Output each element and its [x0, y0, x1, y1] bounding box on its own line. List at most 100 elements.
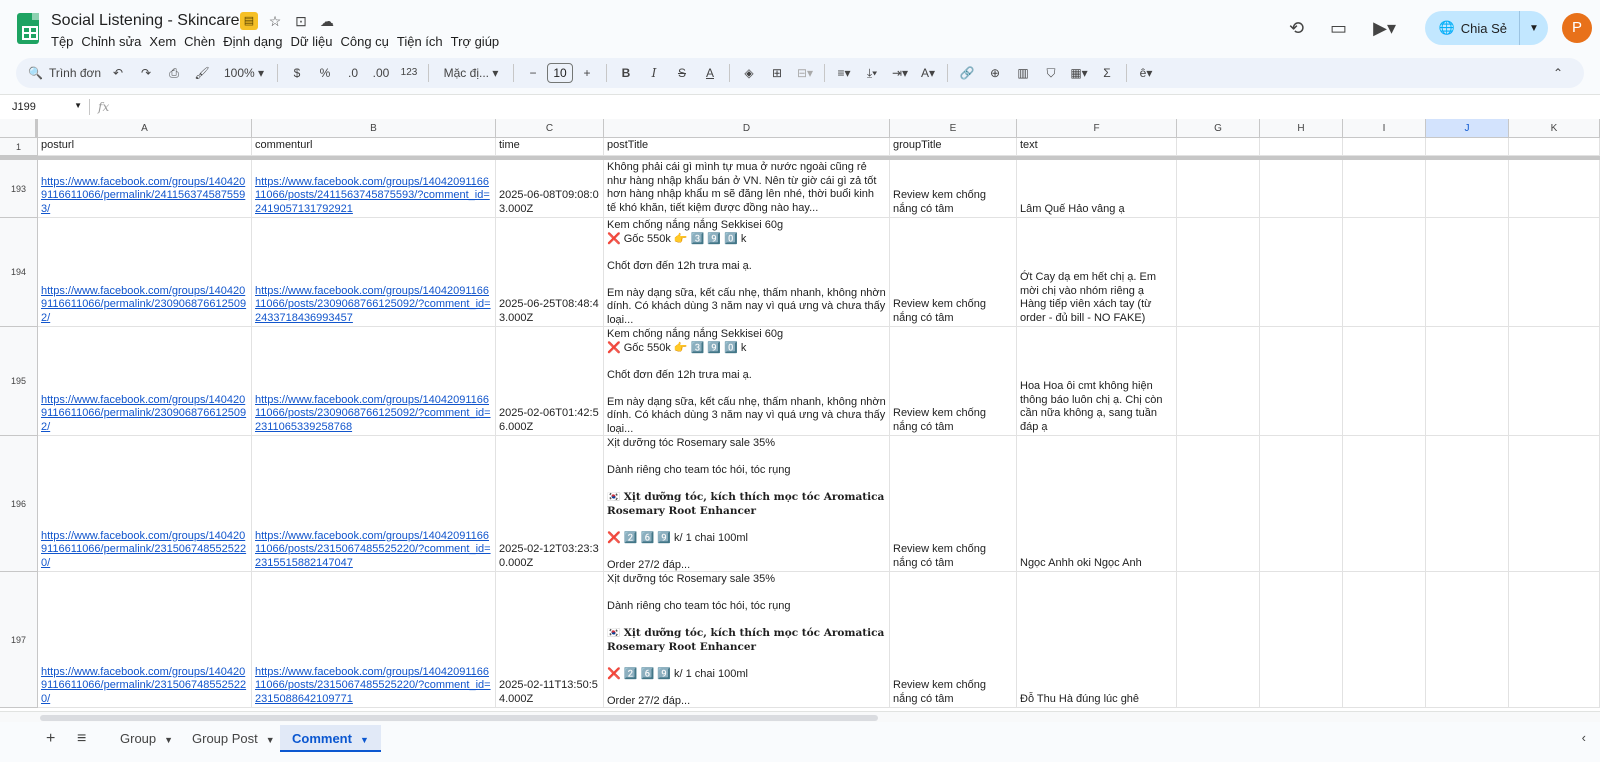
commenturl-link[interactable]: https://www.facebook.com/groups/14042091…	[255, 285, 492, 326]
posttitle-cell[interactable]: Xịt dưỡng tóc Rosemary sale 35% Dành riê…	[604, 436, 890, 572]
column-header-d[interactable]: D	[604, 119, 890, 138]
empty-cell[interactable]	[1177, 218, 1260, 327]
menu-extensions[interactable]: Tiện ích	[397, 34, 450, 49]
empty-cell[interactable]	[1343, 327, 1426, 436]
menu-view[interactable]: Xem	[149, 34, 183, 49]
header-cell-posturl[interactable]: posturl	[38, 138, 252, 156]
commenturl-cell[interactable]: https://www.facebook.com/groups/14042091…	[252, 572, 496, 708]
empty-cell[interactable]	[1260, 436, 1343, 572]
comment-text-cell[interactable]: Ngọc Anhh oki Ngọc Anh	[1017, 436, 1177, 572]
star-icon[interactable]: ☆	[266, 12, 284, 30]
chevron-down-icon[interactable]: ▼	[360, 735, 369, 745]
paint-format-icon[interactable]: 🖌	[190, 61, 214, 85]
share-dropdown-icon[interactable]: ▼	[1520, 23, 1548, 34]
comment-text-cell[interactable]: Hoa Hoa ôi cmt không hiện thông báo luôn…	[1017, 327, 1177, 436]
posturl-cell[interactable]: https://www.facebook.com/groups/14042091…	[38, 572, 252, 708]
decrease-decimal-button[interactable]: .0	[341, 61, 365, 85]
column-header-a[interactable]: A	[38, 119, 252, 138]
empty-cell[interactable]	[1343, 218, 1426, 327]
posturl-link[interactable]: https://www.facebook.com/groups/14042091…	[41, 666, 248, 707]
font-size-input[interactable]: 10	[547, 63, 573, 83]
empty-cell[interactable]	[1177, 436, 1260, 572]
functions-icon[interactable]: Σ	[1095, 61, 1119, 85]
empty-cell[interactable]	[1177, 138, 1260, 156]
commenturl-cell[interactable]: https://www.facebook.com/groups/14042091…	[252, 436, 496, 572]
row-header[interactable]: 194	[0, 218, 38, 327]
column-header-f[interactable]: F	[1017, 119, 1177, 138]
column-header-h[interactable]: H	[1260, 119, 1343, 138]
filter-icon[interactable]: ⛉	[1039, 61, 1063, 85]
scrollbar-thumb[interactable]	[40, 715, 878, 721]
commenturl-link[interactable]: https://www.facebook.com/groups/14042091…	[255, 530, 492, 571]
apps-script-icon[interactable]: ▤	[240, 12, 258, 30]
font-select[interactable]: Mặc đị... ▾	[436, 61, 506, 85]
posturl-cell[interactable]: https://www.facebook.com/groups/14042091…	[38, 436, 252, 572]
merge-cells-icon[interactable]: ⊟▾	[793, 61, 817, 85]
collapse-toolbar-icon[interactable]: ⌃	[1546, 61, 1570, 85]
empty-cell[interactable]	[1426, 572, 1509, 708]
row-header[interactable]: 195	[0, 327, 38, 436]
fill-color-icon[interactable]: ◈	[737, 61, 761, 85]
empty-cell[interactable]	[1177, 160, 1260, 218]
time-cell[interactable]: 2025-06-08T09:08:03.000Z	[496, 160, 604, 218]
grouptitle-cell[interactable]: Review kem chống nắng có tâm	[890, 327, 1017, 436]
column-header-b[interactable]: B	[252, 119, 496, 138]
avatar[interactable]: P	[1562, 13, 1592, 43]
comment-text-cell[interactable]: Đỗ Thu Hà đúng lúc ghê	[1017, 572, 1177, 708]
grouptitle-cell[interactable]: Review kem chống nắng có tâm	[890, 218, 1017, 327]
grouptitle-cell[interactable]: Review kem chống nắng có tâm	[890, 436, 1017, 572]
meet-video-icon[interactable]: ▶▾	[1363, 10, 1407, 46]
menu-file[interactable]: Tệp	[51, 34, 80, 49]
menu-search[interactable]: 🔍 Trình đơn	[18, 61, 102, 85]
row-header[interactable]: 1	[0, 138, 38, 156]
sheet-tab-comment[interactable]: Comment ▼	[280, 725, 381, 752]
column-header-i[interactable]: I	[1343, 119, 1426, 138]
zoom-select[interactable]: 100% ▾	[218, 61, 270, 85]
row-header[interactable]: 193	[0, 160, 38, 218]
menu-help[interactable]: Trợ giúp	[451, 34, 507, 49]
cloud-status-icon[interactable]: ☁	[318, 12, 336, 30]
empty-cell[interactable]	[1426, 160, 1509, 218]
header-cell-time[interactable]: time	[496, 138, 604, 156]
posturl-link[interactable]: https://www.facebook.com/groups/14042091…	[41, 394, 248, 435]
empty-cell[interactable]	[1509, 218, 1600, 327]
posttitle-cell[interactable]: Không phải cái gì mình tự mua ở nước ngo…	[604, 160, 890, 218]
text-wrapping-icon[interactable]: ⇥▾	[888, 61, 912, 85]
header-cell-grouptitle[interactable]: groupTitle	[890, 138, 1017, 156]
sheet-tab-group-post[interactable]: Group Post ▼	[180, 725, 287, 752]
sheets-logo-icon[interactable]	[17, 13, 39, 44]
time-cell[interactable]: 2025-02-12T03:23:30.000Z	[496, 436, 604, 572]
empty-cell[interactable]	[1426, 218, 1509, 327]
empty-cell[interactable]	[1426, 327, 1509, 436]
empty-cell[interactable]	[1343, 436, 1426, 572]
menu-insert[interactable]: Chèn	[184, 34, 222, 49]
posttitle-cell[interactable]: Kem chống nắng nắng Sekkisei 60g ❌ Gốc 5…	[604, 327, 890, 436]
column-header-k[interactable]: K	[1509, 119, 1600, 138]
strikethrough-icon[interactable]: S	[670, 61, 694, 85]
empty-cell[interactable]	[1343, 138, 1426, 156]
font-size-decrease-icon[interactable]: −	[521, 61, 545, 85]
time-cell[interactable]: 2025-02-11T13:50:54.000Z	[496, 572, 604, 708]
empty-cell[interactable]	[1260, 572, 1343, 708]
posturl-cell[interactable]: https://www.facebook.com/groups/14042091…	[38, 160, 252, 218]
posturl-link[interactable]: https://www.facebook.com/groups/14042091…	[41, 530, 248, 571]
posttitle-cell[interactable]: Xịt dưỡng tóc Rosemary sale 35% Dành riê…	[604, 572, 890, 708]
name-box[interactable]: J199 ▼	[12, 101, 82, 113]
comment-text-cell[interactable]: Lâm Quế Hảo vâng ạ	[1017, 160, 1177, 218]
posttitle-cell[interactable]: Kem chống nắng nắng Sekkisei 60g ❌ Gốc 5…	[604, 218, 890, 327]
empty-cell[interactable]	[1177, 572, 1260, 708]
horizontal-scrollbar[interactable]	[0, 711, 1600, 722]
share-button[interactable]: 🌐 Chia Sẻ ▼	[1424, 11, 1548, 45]
increase-decimal-button[interactable]: .00	[369, 61, 393, 85]
share-main[interactable]: 🌐 Chia Sẻ	[1425, 11, 1520, 45]
empty-cell[interactable]	[1426, 436, 1509, 572]
text-rotation-icon[interactable]: A▾	[916, 61, 940, 85]
menu-format[interactable]: Định dạng	[223, 34, 289, 49]
move-folder-icon[interactable]: ⊡	[292, 12, 310, 30]
empty-cell[interactable]	[1426, 138, 1509, 156]
text-color-icon[interactable]: A	[698, 61, 722, 85]
vertical-align-icon[interactable]: ⤓▾	[860, 61, 884, 85]
posturl-cell[interactable]: https://www.facebook.com/groups/14042091…	[38, 218, 252, 327]
comments-icon[interactable]: ▭	[1321, 10, 1357, 46]
menu-tools[interactable]: Công cụ	[340, 34, 395, 49]
